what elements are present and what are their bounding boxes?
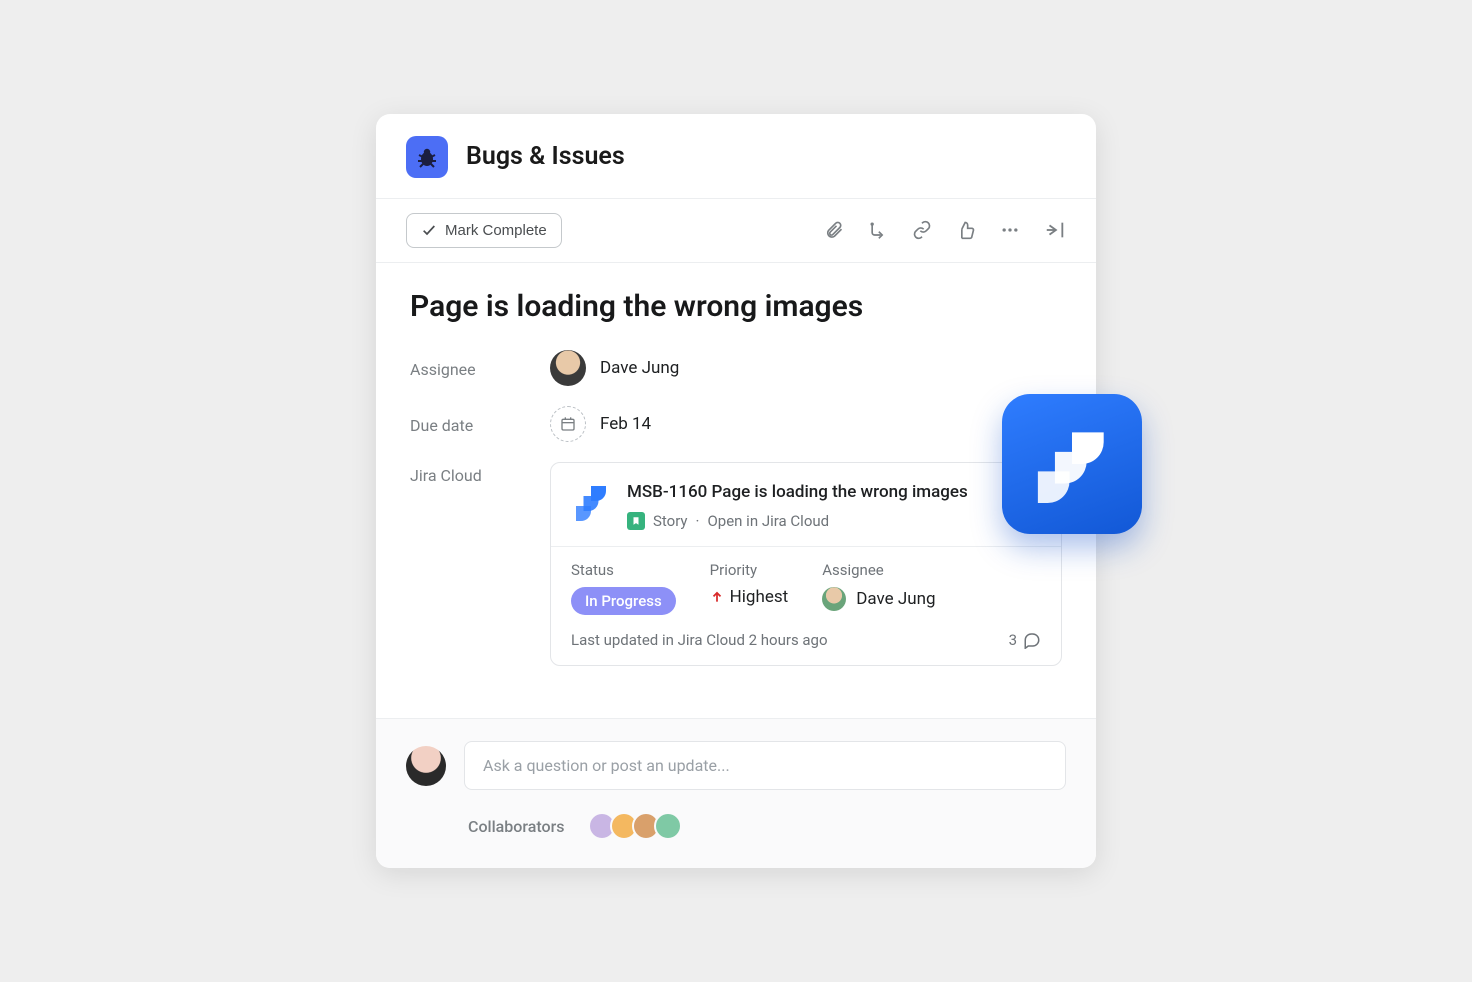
jira-last-updated: Last updated in Jira Cloud 2 hours ago: [571, 631, 828, 649]
bug-icon: [415, 145, 439, 169]
jira-status-label: Status: [571, 561, 676, 579]
project-header: Bugs & Issues: [376, 114, 1096, 198]
jira-field: Jira Cloud MSB-1160 Page is loading the …: [410, 462, 1062, 667]
assignee-field: Assignee Dave Jung: [410, 350, 1062, 386]
composer-section: Ask a question or post an update... Coll…: [376, 718, 1096, 868]
jira-issue-type: Story: [653, 512, 688, 530]
jira-assignee-name: Dave Jung: [856, 589, 935, 609]
jira-comments-button[interactable]: 3: [1009, 631, 1041, 649]
priority-highest-icon: [710, 590, 724, 604]
jira-assignee-field: Assignee Dave Jung: [822, 561, 935, 615]
jira-app-badge: [1002, 394, 1142, 534]
jira-assignee-label: Assignee: [822, 561, 935, 579]
assignee-name: Dave Jung: [600, 358, 679, 378]
mark-complete-button[interactable]: Mark Complete: [406, 213, 562, 248]
jira-field-label: Jira Cloud: [410, 462, 550, 485]
current-user-avatar: [406, 746, 446, 786]
toolbar-actions: [824, 219, 1066, 241]
jira-priority-field: Priority Highest: [710, 561, 789, 615]
task-panel: Bugs & Issues Mark Complete: [376, 114, 1096, 869]
jira-priority-value: Highest: [730, 587, 789, 607]
comment-icon: [1023, 631, 1041, 649]
paperclip-icon: [824, 220, 844, 240]
story-type-icon: [627, 512, 645, 530]
jira-status-pill[interactable]: In Progress: [571, 587, 676, 615]
due-date-label: Due date: [410, 412, 550, 435]
link-icon: [912, 220, 932, 240]
collapse-right-icon: [1044, 219, 1066, 241]
thumbs-up-icon: [956, 220, 976, 240]
assignee-label: Assignee: [410, 356, 550, 379]
copy-link-button[interactable]: [912, 220, 932, 240]
calendar-icon: [550, 406, 586, 442]
jira-card[interactable]: MSB-1160 Page is loading the wrong image…: [550, 462, 1062, 667]
comment-input[interactable]: Ask a question or post an update...: [464, 741, 1066, 790]
mark-complete-label: Mark Complete: [445, 222, 547, 239]
due-date-value[interactable]: Feb 14: [550, 406, 651, 442]
due-date-text: Feb 14: [600, 414, 651, 434]
project-icon: [406, 136, 448, 178]
project-title: Bugs & Issues: [466, 142, 625, 171]
jira-status-field: Status In Progress: [571, 561, 676, 615]
task-body: Page is loading the wrong images Assigne…: [376, 263, 1096, 719]
collaborators-label: Collaborators: [468, 817, 564, 836]
jira-issue-title: MSB-1160 Page is loading the wrong image…: [627, 481, 1041, 505]
check-icon: [421, 222, 437, 238]
more-horizontal-icon: [1000, 220, 1020, 240]
like-button[interactable]: [956, 220, 976, 240]
jira-comment-count: 3: [1009, 631, 1017, 649]
jira-logo-icon: [571, 481, 611, 521]
open-in-jira-link[interactable]: Open in Jira Cloud: [707, 512, 829, 530]
more-actions-button[interactable]: [1000, 220, 1020, 240]
subtask-button[interactable]: [868, 220, 888, 240]
collaborator-avatar: [654, 812, 682, 840]
subtask-icon: [868, 220, 888, 240]
close-panel-button[interactable]: [1044, 219, 1066, 241]
attachment-button[interactable]: [824, 220, 844, 240]
jira-priority-label: Priority: [710, 561, 789, 579]
assignee-value[interactable]: Dave Jung: [550, 350, 679, 386]
due-date-field: Due date Feb 14: [410, 406, 1062, 442]
task-title: Page is loading the wrong images: [410, 289, 1062, 324]
task-toolbar: Mark Complete: [376, 198, 1096, 263]
assignee-avatar: [550, 350, 586, 386]
jira-large-icon: [1033, 425, 1111, 503]
jira-assignee-avatar: [822, 587, 846, 611]
comment-placeholder: Ask a question or post an update...: [483, 756, 730, 775]
collaborators-list[interactable]: [588, 812, 682, 840]
